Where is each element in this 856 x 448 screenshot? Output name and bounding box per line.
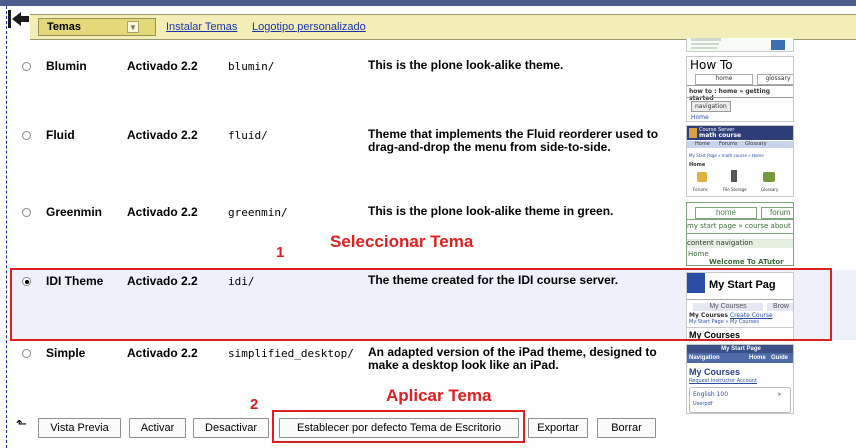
theme-status: Activado 2.2 [127,346,198,360]
thumb-breadcrumb: My Start Page » math course » Home [689,153,764,158]
theme-radio[interactable] [22,62,31,71]
tab-bar: Temas ▼ Instalar Temas Logotipo personal… [30,14,856,40]
annotation-step-2: 2 [250,396,259,413]
tab-install-themes[interactable]: Instalar Temas [166,21,237,33]
thumb-title: How To [690,58,733,72]
annotation-select-theme: Seleccionar Tema [330,232,474,251]
theme-directory: simplified_desktop/ [228,347,354,360]
thumb-breadcrumb: my start page » course about b [687,222,794,230]
theme-description: This is the plone look-alike theme in gr… [368,204,614,218]
delete-button[interactable]: Borrar [597,418,656,438]
annotation-step-1: 1 [276,244,285,261]
theme-radio[interactable] [22,208,31,217]
theme-radio[interactable] [22,349,31,358]
thumb-nav: Navigation [689,355,720,361]
theme-description: An adapted version of the iPad theme, de… [368,345,657,372]
theme-thumbnail-greenmin: home forum my start page » course about … [686,202,794,266]
thumb-home: Home [691,114,709,121]
thumb-course: English 100 [693,391,729,398]
theme-name: Greenmin [46,205,103,219]
deactivate-button[interactable]: Desactivar [193,418,269,438]
theme-name: Fluid [46,128,75,142]
theme-description: This is the plone look-alike theme. [368,58,564,72]
activate-button[interactable]: Activar [129,418,186,438]
theme-thumbnail-partial [686,38,794,52]
theme-status: Activado 2.2 [127,205,198,219]
thumb-icon-label: Glossary [761,187,779,192]
thumb-icon-label: File Storage [723,187,747,192]
tab-custom-logo[interactable]: Logotipo personalizado [252,21,366,33]
theme-directory: fluid/ [228,129,268,142]
preview-button[interactable]: Vista Previa [38,418,121,438]
tab-temas[interactable]: Temas ▼ [38,18,156,36]
top-strip [0,0,856,6]
thumb-nav: content navigation [687,239,793,248]
thumb-nav: navigation [691,101,731,112]
highlight-selected-theme [10,268,832,341]
theme-radio[interactable] [22,131,31,140]
thumb-tab: home [715,75,733,82]
thumb-breadcrumb: how to : home » getting started [689,88,771,102]
theme-thumbnail-blumin: How To home glossary how to : home » get… [686,56,794,122]
theme-name: Simple [46,346,86,360]
export-button[interactable]: Exportar [528,418,588,438]
annotation-apply-theme: Aplicar Tema [386,386,492,405]
thumb-nav-item: Glossary [745,141,767,147]
theme-status: Activado 2.2 [127,59,198,73]
thumb-nav-item: Home [749,355,766,361]
thumb-tab: forum [761,207,793,219]
thumb-welcome: Welcome To ATutor [709,258,784,266]
thumb-top: My Start Page [687,345,793,353]
arrow-right-icon: ➤ [777,391,783,398]
chevron-down-icon[interactable]: ▼ [127,21,139,33]
set-default-desktop-theme-button[interactable]: Establecer por defecto Tema de Escritori… [279,418,519,438]
thumb-course: Userpdf [693,401,713,407]
theme-thumbnail-fluid: Course Server math course Home Forums Gl… [686,125,794,197]
theme-description: Theme that implements the Fluid reordere… [368,127,659,154]
theme-thumbnail-simple: My Start Page Navigation Home Guide My C… [686,344,794,414]
thumb-tab: home [695,207,757,219]
theme-name: Blumin [46,59,87,73]
thumb-home: Home [688,250,709,258]
thumb-course: math course [699,132,742,139]
thumb-heading: My Courses [689,367,741,377]
thumb-nav-item: Forums [719,141,738,147]
thumb-home: Home [689,162,706,168]
thumb-nav-item: Guide [771,355,789,361]
thumb-tab: glossary [765,75,791,82]
thumb-icon-label: Forums [693,187,708,192]
thumb-nav-item: Home [695,141,710,147]
tab-temas-label: Temas [47,21,82,33]
back-arrow-icon[interactable] [8,8,30,30]
theme-directory: greenmin/ [228,206,288,219]
theme-status: Activado 2.2 [127,128,198,142]
thumb-link: Request Instructor Account [689,378,757,384]
theme-directory: blumin/ [228,60,275,73]
dashed-guide [6,6,7,448]
arrow-up-icon: ⬑ [16,416,27,431]
